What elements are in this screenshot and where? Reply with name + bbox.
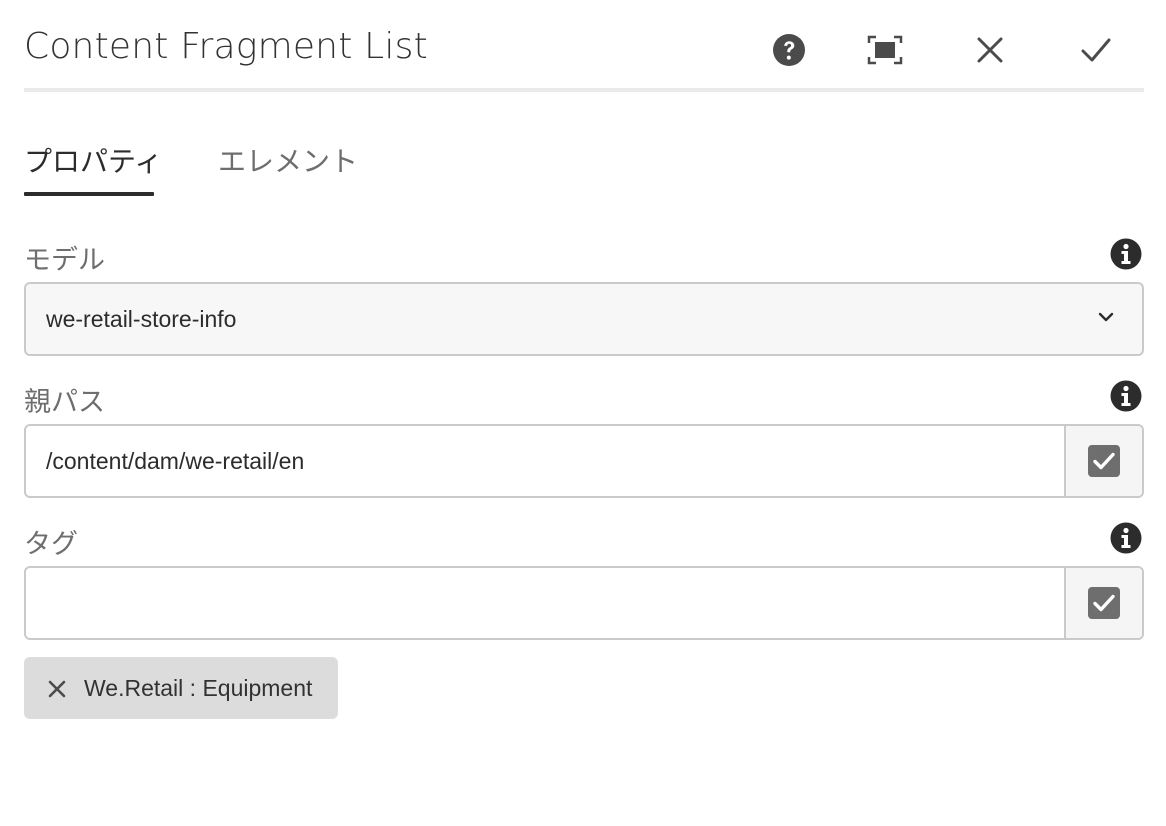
checkbox-checked-icon (1088, 445, 1120, 477)
info-icon[interactable] (1110, 238, 1142, 270)
tags-input[interactable] (26, 568, 1066, 638)
active-tab-indicator (24, 192, 154, 196)
info-icon[interactable] (1110, 522, 1142, 554)
info-icon[interactable] (1110, 380, 1142, 412)
cancel-button[interactable] (970, 30, 1010, 70)
model-label: モデル (24, 245, 105, 276)
tab-elements[interactable]: エレメント (218, 140, 358, 198)
close-icon (977, 37, 1003, 63)
tag-chip-label: We.Retail : Equipment (84, 675, 313, 701)
chevron-down-icon (1098, 312, 1114, 322)
remove-tag-icon[interactable] (46, 678, 68, 700)
checkbox-checked-icon (1088, 587, 1120, 619)
tab-properties[interactable]: プロパティ (24, 140, 162, 198)
fullscreen-icon (867, 35, 903, 65)
dialog-title: Content Fragment List (24, 26, 428, 67)
parent-path-picker-button[interactable] (1064, 426, 1142, 496)
help-button[interactable] (769, 30, 809, 70)
checkmark-icon (1081, 38, 1111, 62)
fullscreen-button[interactable] (865, 30, 905, 70)
help-icon (773, 34, 805, 66)
done-button[interactable] (1076, 30, 1116, 70)
parent-path-label: 親パス (24, 387, 105, 418)
tag-chip: We.Retail : Equipment (24, 657, 338, 719)
dialog-header: Content Fragment List (24, 0, 1144, 92)
tags-label: タグ (24, 529, 78, 560)
tags-picker-button[interactable] (1064, 568, 1142, 638)
tab-list: プロパティ エレメント (24, 130, 1144, 200)
parent-path-input[interactable] (26, 426, 1066, 496)
tags-field (24, 566, 1144, 640)
model-select[interactable]: we-retail-store-info (24, 282, 1144, 356)
model-select-value: we-retail-store-info (46, 306, 237, 332)
parent-path-field (24, 424, 1144, 498)
